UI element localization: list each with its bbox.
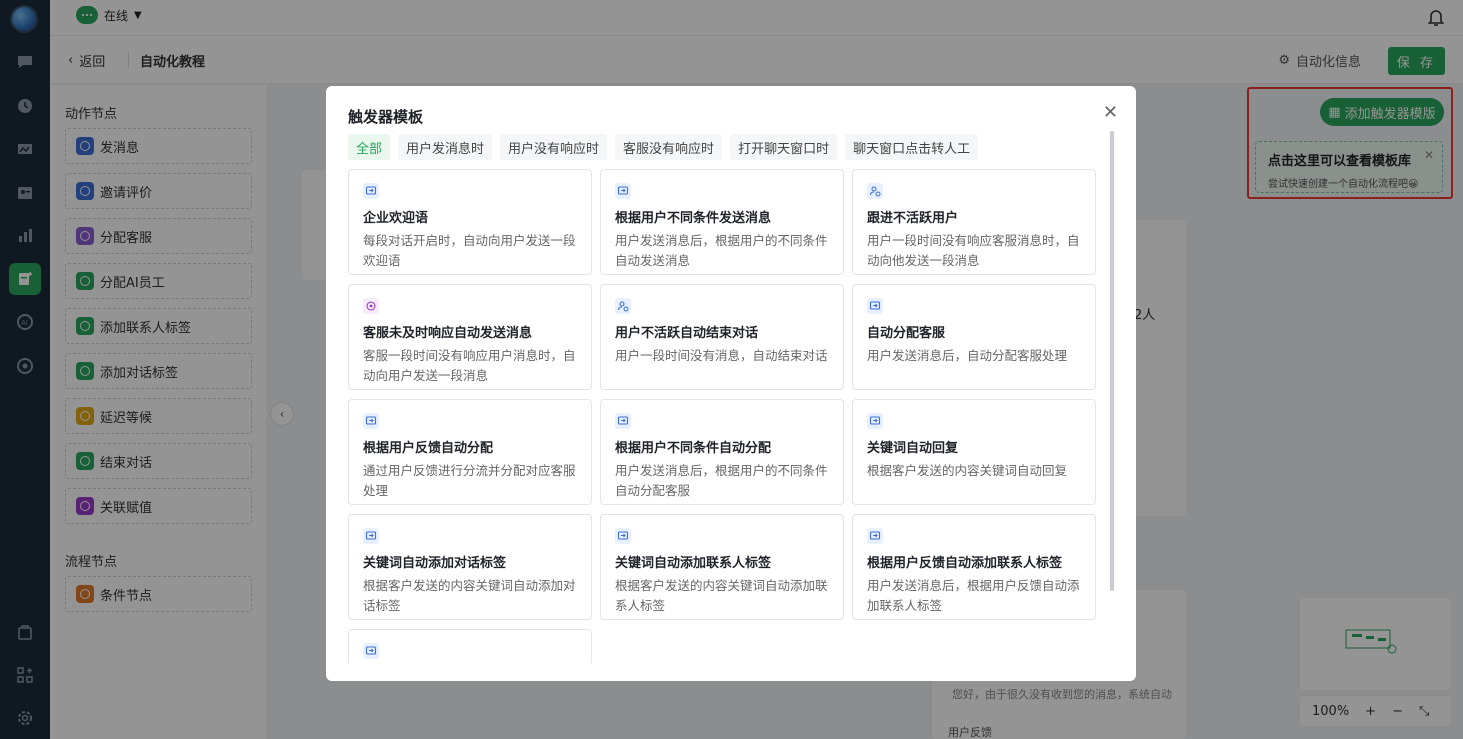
card-title: 关键词自动添加对话标签 xyxy=(363,556,507,571)
card-title: 关键词自动回复 xyxy=(867,441,959,456)
tab-3[interactable]: 客服没有响应时 xyxy=(615,134,723,160)
card-title: 根据用户反馈自动分配 xyxy=(363,441,494,456)
tab-4[interactable]: 打开聊天窗口时 xyxy=(730,134,838,160)
message-icon xyxy=(867,528,883,544)
card-title: 客服未及时响应自动发送消息 xyxy=(363,326,533,341)
card-title: 跟进不活跃用户 xyxy=(867,211,959,226)
card-description: 根据客户发送的内容关键词自动添加联系人标签 xyxy=(615,578,828,613)
card-title: 关键词自动添加联系人标签 xyxy=(615,556,772,571)
card-title: 用户不活跃自动结束对话 xyxy=(615,326,759,341)
message-icon xyxy=(867,298,883,314)
message-icon xyxy=(363,643,379,659)
template-card[interactable]: 根据用户反馈自动添加联系人标签用户发送消息后，根据用户反馈自动添加联系人标签 xyxy=(852,514,1096,620)
trigger-template-modal: 触发器模板 ✕ 全部 用户发消息时 用户没有响应时 客服没有响应时 打开聊天窗口时 聊天窗… xyxy=(326,86,1136,681)
message-icon xyxy=(363,413,379,429)
card-description: 每段对话开启时，自动向用户发送一段欢迎语 xyxy=(363,233,576,268)
message-icon xyxy=(867,413,883,429)
template-card[interactable]: 企业欢迎语每段对话开启时，自动向用户发送一段欢迎语 xyxy=(348,169,592,275)
card-title: 根据用户反馈自动添加联系人标签 xyxy=(867,556,1063,571)
card-description: 用户发送消息后，根据用户的不同条件自动发送消息 xyxy=(615,233,828,268)
card-title: 自动分配客服 xyxy=(867,326,946,341)
template-card[interactable]: 自动分配客服用户发送消息后，自动分配客服处理 xyxy=(852,284,1096,390)
template-card[interactable]: 用户不活跃自动结束对话用户一段时间没有消息，自动结束对话 xyxy=(600,284,844,390)
card-description: 用户发送消息后，根据用户的不同条件自动分配客服 xyxy=(615,463,828,498)
template-card[interactable]: 根据用户不同条件自动分配用户发送消息后，根据用户的不同条件自动分配客服 xyxy=(600,399,844,505)
template-card[interactable]: 根据用户反馈自动分配通过用户反馈进行分流并分配对应客服处理 xyxy=(348,399,592,505)
card-description: 根据客户发送的内容关键词自动添加对话标签 xyxy=(363,578,576,613)
template-grid: 企业欢迎语 每段对话开启时，自动向用户发送一段欢迎语 根据用户不同条件发送消息 用户发… xyxy=(348,169,1096,663)
message-icon xyxy=(363,528,379,544)
card-description: 客服一段时间没有响应用户消息时，自动向用户发送一段消息 xyxy=(363,348,576,383)
card-description: 用户一段时间没有消息，自动结束对话 xyxy=(615,348,828,363)
message-icon xyxy=(615,183,631,199)
card-description: 根据客户发送的内容关键词自动回复 xyxy=(867,463,1068,478)
scrollbar[interactable] xyxy=(1110,131,1114,591)
user-clock-icon xyxy=(867,183,883,199)
template-card[interactable]: 根据用户不同条件发送消息用户发送消息后，根据用户的不同条件自动发送消息 xyxy=(600,169,844,275)
message-icon xyxy=(615,528,631,544)
card-description: 通过用户反馈进行分流并分配对应客服处理 xyxy=(363,463,576,498)
message-icon xyxy=(615,413,631,429)
tab-2[interactable]: 用户没有响应时 xyxy=(500,134,608,160)
card-description: 用户发送消息后，根据用户反馈自动添加联系人标签 xyxy=(867,578,1080,613)
tab-0[interactable]: 全部 xyxy=(348,134,391,160)
message-icon xyxy=(363,183,379,199)
template-card[interactable]: 跟进不活跃用户用户一段时间没有响应客服消息时，自动向他发送一段消息 xyxy=(852,169,1096,275)
card-title: 根据用户不同条件发送消息 xyxy=(615,211,772,226)
close-icon[interactable]: ✕ xyxy=(1103,102,1118,123)
template-card[interactable] xyxy=(348,629,592,663)
tab-5[interactable]: 聊天窗口点击转人工 xyxy=(845,134,979,160)
template-card[interactable]: 关键词自动添加联系人标签根据客户发送的内容关键词自动添加联系人标签 xyxy=(600,514,844,620)
template-card[interactable]: 关键词自动添加对话标签根据客户发送的内容关键词自动添加对话标签 xyxy=(348,514,592,620)
template-card[interactable]: 关键词自动回复根据客户发送的内容关键词自动回复 xyxy=(852,399,1096,505)
modal-title: 触发器模板 xyxy=(348,108,424,126)
tab-1[interactable]: 用户发消息时 xyxy=(398,134,493,160)
user-clock-icon xyxy=(615,298,631,314)
card-description: 用户发送消息后，自动分配客服处理 xyxy=(867,348,1068,363)
card-title: 根据用户不同条件自动分配 xyxy=(615,441,772,456)
template-card[interactable]: 客服未及时响应自动发送消息客服一段时间没有响应用户消息时，自动向用户发送一段消息 xyxy=(348,284,592,390)
card-title: 企业欢迎语 xyxy=(363,211,429,226)
template-tabs: 全部 用户发消息时 用户没有响应时 客服没有响应时 打开聊天窗口时 聊天窗口点击转人工 xyxy=(348,134,979,160)
card-description: 用户一段时间没有响应客服消息时，自动向他发送一段消息 xyxy=(867,233,1080,268)
agent-icon xyxy=(363,298,379,314)
